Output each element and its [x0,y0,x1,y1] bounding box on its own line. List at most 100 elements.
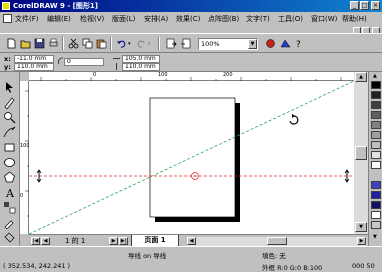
color-swatch[interactable] [371,121,381,129]
color-swatch[interactable] [371,151,381,159]
menu-bar: 文件(F) 编辑(E) 检视(V) 版面(L) 安排(A) 效果(C) 点阵图(… [0,12,382,35]
shape-tool-icon[interactable] [3,96,16,109]
import-icon[interactable] [166,38,177,49]
ruler-tick-label: 0 [93,72,97,78]
pick-tool-icon[interactable] [3,81,16,94]
page-count: 1 的 1 [65,237,86,245]
menu-effects[interactable]: 效果(C) [176,14,200,24]
redo-dropdown-icon[interactable]: ▾ [148,41,151,47]
paste-icon[interactable] [96,38,107,49]
color-swatch[interactable] [371,101,381,109]
interactive-blend-tool-icon[interactable] [3,201,16,214]
drawing-canvas[interactable] [29,81,354,234]
vertical-scroll-thumb[interactable] [355,146,367,160]
scroll-down-arrow-icon[interactable]: ▼ [355,222,367,232]
horizontal-scroll-thumb[interactable] [267,237,287,245]
menu-layout[interactable]: 版面(L) [112,14,135,24]
document-icon[interactable] [3,14,12,23]
close-button[interactable]: × [371,1,380,10]
menu-file[interactable]: 文件(F) [15,14,39,24]
color-swatch[interactable] [371,221,381,229]
rotation-angle-field[interactable]: 0 [64,58,104,66]
eyedropper-tool-icon[interactable] [3,216,16,229]
coreldraw-icon [2,2,10,10]
window-title: CorelDRAW 9 - [图形1] [13,2,98,10]
color-swatch[interactable] [371,201,381,209]
cut-icon[interactable] [68,38,79,49]
menu-view[interactable]: 检视(V) [80,14,104,24]
open-folder-icon[interactable] [20,38,31,49]
color-swatch[interactable] [371,191,381,199]
color-swatch[interactable] [371,141,381,149]
menu-tools[interactable]: 工具(O) [278,14,303,24]
width-field[interactable]: 105.0 mm [122,55,160,63]
rectangle-tool-icon[interactable] [3,141,16,154]
ruler-tick-label: 200 [223,72,233,78]
height-field[interactable]: 110.0 mm [122,63,160,71]
undo-dropdown-icon[interactable]: ▾ [128,41,131,47]
color-swatch[interactable] [371,131,381,139]
scroll-left-arrow-icon[interactable]: ◀ [187,237,196,245]
outline-info: 外框 R:0 G:0 B:100 [262,264,323,272]
status-bar: ( 352.534, 242.241 ) 导线 on 导线 填色: 无 外框 R… [0,246,382,272]
horizontal-ruler[interactable]: 0 100 200 [29,72,354,81]
fill-tool-icon[interactable] [3,231,16,244]
redo-icon[interactable] [136,38,147,49]
application-launcher-icon[interactable] [265,38,276,49]
previous-page-icon[interactable]: ◀ [41,237,50,245]
scroll-up-arrow-icon[interactable]: ▲ [355,72,367,82]
menu-help[interactable]: 帮助(H) [342,14,367,24]
palette-scroll-down-icon[interactable]: ▼ [373,234,377,240]
ellipse-tool-icon[interactable] [3,156,16,169]
ruler-tick-label: 100 [158,72,168,78]
scroll-right-arrow-icon[interactable]: ▶ [357,237,366,245]
color-swatch[interactable] [371,111,381,119]
print-icon[interactable] [48,38,59,49]
freehand-tool-icon[interactable] [3,126,16,139]
y-label: y: [4,63,11,71]
menu-edit[interactable]: 编辑(E) [47,14,71,24]
copy-icon[interactable] [82,38,93,49]
x-position-field[interactable]: -11.0 mm [14,55,54,63]
svg-text:A: A [5,187,15,199]
polygon-tool-icon[interactable] [3,171,16,184]
export-icon[interactable] [180,38,191,49]
color-swatch[interactable] [371,181,381,189]
y-position-field[interactable]: 110.0 mm [14,63,54,71]
last-page-icon[interactable]: ▶| [119,237,128,245]
printable-page [149,97,236,218]
ruler-corner[interactable] [20,72,29,81]
color-swatch[interactable] [371,91,381,99]
rotate-handle-icon[interactable] [289,114,299,125]
color-swatch[interactable] [371,211,381,219]
maximize-button[interactable]: □ [360,1,369,10]
palette-scroll-up-icon[interactable]: ▲ [373,73,377,79]
zoom-tool-icon[interactable] [3,111,16,124]
save-icon[interactable] [34,38,45,49]
color-palette: ▲ ▼ [368,72,382,246]
chevron-down-icon[interactable]: ▼ [248,39,257,49]
color-swatch[interactable] [371,81,381,89]
menu-bitmaps[interactable]: 点阵图(B) [208,14,239,24]
width-icon [113,58,120,59]
toolbar-separator [110,37,112,50]
whats-this-help-icon[interactable]: ? [294,38,305,49]
menu-arrange[interactable]: 安排(A) [144,14,168,24]
text-tool-icon[interactable]: A [3,186,16,199]
next-page-icon[interactable]: ▶ [109,237,118,245]
outline-size: 000 50 [352,262,375,270]
zoom-level-select[interactable]: 100% ▼ [198,38,258,50]
color-swatch[interactable] [371,161,381,169]
title-bar: CorelDRAW 9 - [图形1] _ □ × [0,0,382,12]
page-navigator: |◀ ◀ 1 的 1 ▶ ▶| 页面 1 ◀ ▶ [29,234,368,247]
vertical-scrollbar[interactable]: ▲ ▼ [354,72,368,234]
vertical-ruler[interactable]: 100 0 [20,81,30,234]
first-page-icon[interactable]: |◀ [31,237,40,245]
horizontal-scrollbar[interactable]: ◀ ▶ [187,237,367,246]
menu-text[interactable]: 文字(T) [246,14,270,24]
minimize-button[interactable]: _ [350,1,359,10]
menu-window[interactable]: 窗口(W) [311,14,337,24]
undo-icon[interactable] [116,38,127,49]
corel-online-icon[interactable] [280,38,291,49]
new-file-icon[interactable] [6,38,17,49]
